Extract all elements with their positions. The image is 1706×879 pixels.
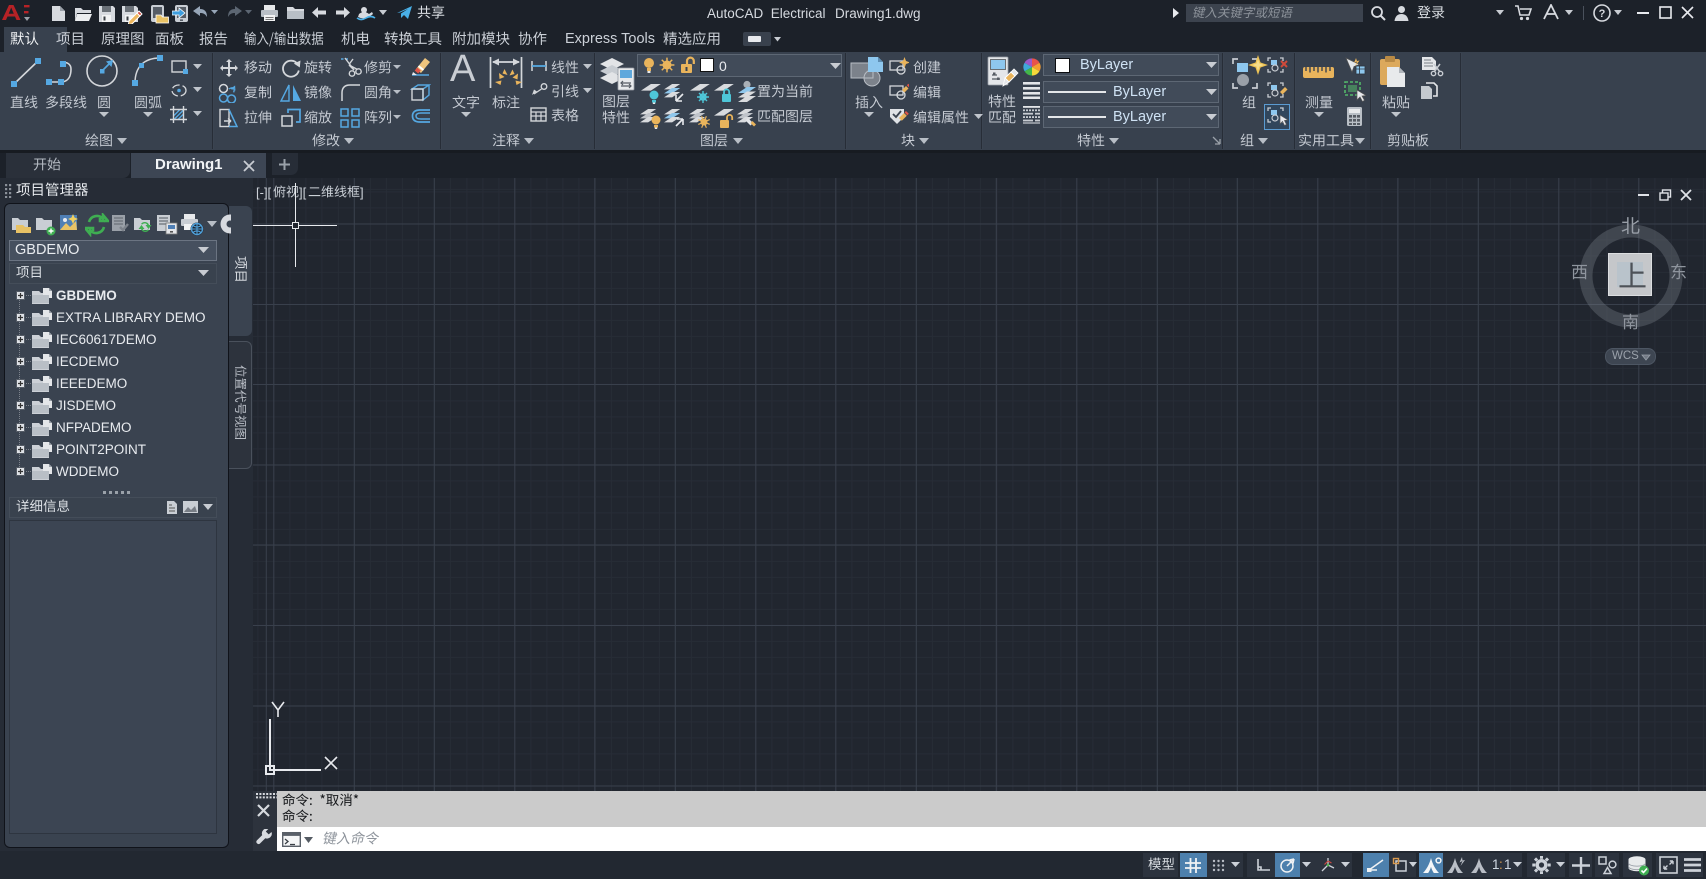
svg-text:?: ? xyxy=(1599,8,1606,20)
